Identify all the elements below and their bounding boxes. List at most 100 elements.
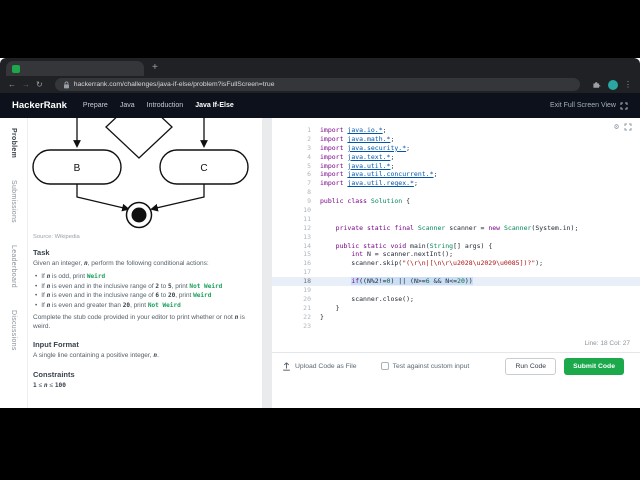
code-line[interactable]: 8 [272,188,640,197]
code-line[interactable]: 12 private static final Scanner scanner … [272,224,640,233]
code-line[interactable]: 18 if((N%2!=0) || (N>=6 && N<=20)) [272,277,640,287]
line-number: 20 [303,294,311,303]
flowchart-node-b-label: B [74,163,81,174]
editor-footer-toolbar: Upload Code as File Test against custom … [272,354,634,378]
code-text: } [320,303,340,312]
code-line[interactable]: 20 scanner.close(); [272,295,640,304]
code-text: private static final Scanner scanner = n… [335,223,579,232]
flowchart-condition-diamond [105,118,173,159]
code-line[interactable]: 17 [272,268,640,277]
code-line[interactable]: 21 } [272,304,640,313]
flowchart-node-c-label: C [200,163,207,174]
text-segment: is even and in the inclusive range of [50,292,156,299]
code-line[interactable]: 4 import java.text.*; [272,153,640,162]
line-number: 14 [303,241,311,250]
text-segment: . [157,352,159,359]
exit-fullscreen-label: Exit Full Screen View [549,102,616,109]
code-line[interactable]: 23 [272,322,640,331]
custom-input-checkbox[interactable] [380,362,389,370]
code-line[interactable]: 9 public class Solution { [272,197,640,206]
exit-fullscreen-button[interactable]: Exit Full Screen View [550,102,628,110]
text-segment: A single line containing a positive inte… [33,352,154,359]
fullscreen-exit-icon [620,102,628,109]
side-tab-problem[interactable]: Problem [10,128,17,158]
constraints-text: 1 ≤ n ≤ 100 [33,382,256,391]
profile-avatar[interactable] [608,79,618,90]
code-line[interactable]: 2 import java.math.*; [272,135,640,144]
nav-item-prepare[interactable]: Prepare [83,102,108,109]
code-line[interactable]: 6 import java.util.concurrent.*; [272,170,640,179]
new-tab-button[interactable]: + [152,60,158,75]
hackerrank-logo[interactable]: HackerRank [12,100,67,111]
editor-fullscreen-icon[interactable] [624,123,632,131]
line-number: 6 [307,170,311,179]
code-line[interactable]: 1 import java.io.*; [272,126,640,135]
text-segment: 20 [122,301,131,309]
editor-icons: ⚙ [614,122,632,131]
browser-menu-icon[interactable]: ⋮ [624,79,632,91]
browser-tab[interactable] [6,61,144,76]
address-bar[interactable]: hackerrank.com/challenges/java-if-else/p… [54,78,580,91]
line-number: 12 [303,223,311,232]
code-line[interactable]: 14 public static void main(String[] args… [272,242,640,251]
code-line[interactable]: 19 [272,286,640,295]
code-text: import java.io.*; [320,126,387,134]
run-code-button[interactable]: Run Code [505,357,557,375]
code-line[interactable]: 7 import java.util.regex.*; [272,179,640,188]
side-tab-leaderboard[interactable]: Leaderboard [10,245,17,288]
back-icon[interactable]: ← [8,79,16,91]
text-segment: , print [175,292,194,299]
text-segment: to [159,282,168,290]
upload-code-button[interactable]: Upload Code as File [282,361,357,371]
cursor-position-status: Line: 18 Col: 27 [584,340,630,347]
browser-window: + ← → ↻ hackerrank.com/challenges/java-i… [0,58,640,408]
code-line[interactable]: 13 [272,233,640,242]
line-number: 19 [303,286,311,295]
code-line[interactable]: 22} [272,313,640,322]
code-line[interactable]: 15 int N = scanner.nextInt(); [272,250,640,259]
code-editor[interactable]: ⚙ 1 import java.io.*; 2 import java.math.*;… [272,118,640,408]
forward-icon[interactable]: → [22,79,30,91]
header-breadcrumb: Prepare Java Introduction Java If-Else [83,102,234,109]
side-tab-discussions[interactable]: Discussions [10,310,17,351]
reload-icon[interactable]: ↻ [36,79,43,91]
nav-item-introduction[interactable]: Introduction [147,102,184,109]
nav-item-java[interactable]: Java [120,102,135,109]
extensions-icon[interactable] [592,80,602,90]
nav-item-java-if-else[interactable]: Java If-Else [195,102,234,109]
text-segment: , print [130,301,148,309]
text-segment: Not Weird [147,301,181,309]
text-segment: , perform the following conditional acti… [87,260,209,267]
line-number: 21 [303,303,311,312]
upload-code-label: Upload Code as File [295,362,357,370]
code-lines[interactable]: 1 import java.io.*; 2 import java.math.*; 3 i… [272,126,640,330]
code-text: } [320,312,324,321]
code-text: public static void main(String[] args) { [335,241,493,250]
text-segment: is even and in the inclusive range of [50,282,156,290]
text-segment: is odd, print [50,273,87,280]
text-segment: ≤ [36,382,44,389]
editor-settings-gear-icon[interactable]: ⚙ [614,122,619,131]
task-condition-item: If n is even and greater than 20, print … [35,301,258,311]
text-segment: Not Weird [189,282,223,290]
code-line[interactable]: 5 import java.util.*; [272,162,640,171]
code-line[interactable]: 3 import java.security.*; [272,144,640,153]
line-number: 8 [307,188,311,197]
code-line[interactable]: 11 [272,215,640,224]
code-text: import java.util.*; [320,161,395,170]
code-line[interactable]: 16 scanner.skip("(\r\n|[\n\r\u2028\u2029… [272,259,640,268]
panel-resizer[interactable] [262,118,272,408]
image-source-caption: Source: Wikipedia [33,234,80,240]
code-line[interactable]: 10 [272,206,640,215]
input-format-text: A single line containing a positive inte… [33,352,256,361]
side-tab-submissions[interactable]: Submissions [10,180,17,223]
code-text: import java.security.*; [320,143,411,152]
custom-input-option[interactable]: Test against custom input [380,362,469,370]
code-text: import java.util.concurrent.*; [320,170,438,179]
submit-code-button[interactable]: Submit Code [564,357,624,375]
